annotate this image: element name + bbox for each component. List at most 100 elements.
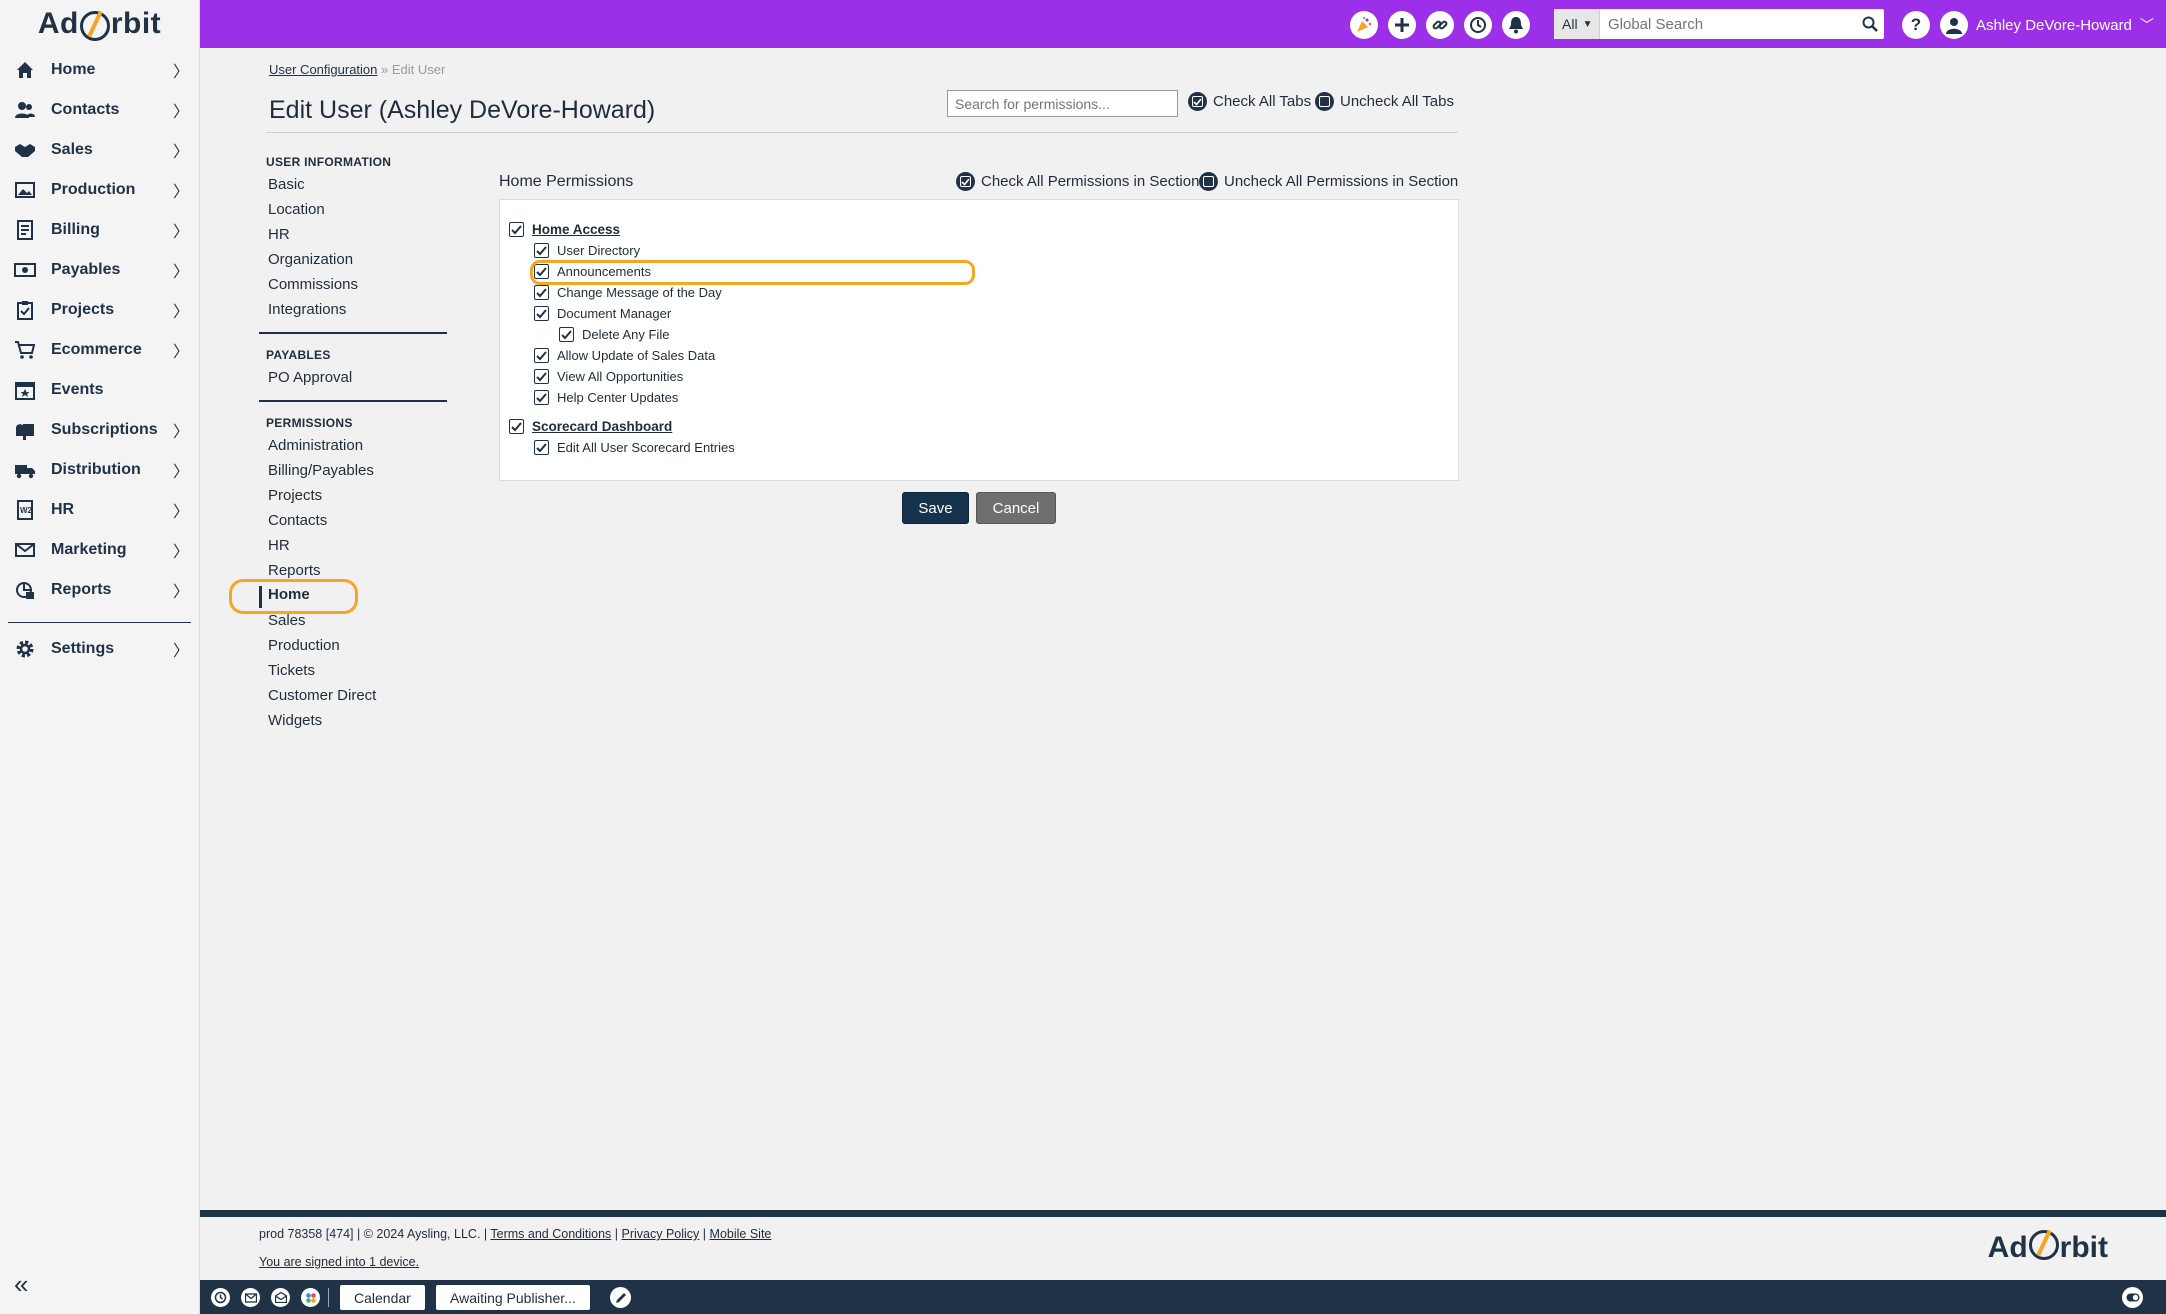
adorbit-logo[interactable]: Ad rbit — [0, 0, 199, 48]
perm-delete-any-file[interactable]: Delete Any File — [559, 327, 669, 342]
signed-in-devices-link[interactable]: You are signed into 1 device. — [259, 1255, 419, 1269]
tab-location[interactable]: Location — [268, 201, 325, 218]
nav-item-billing[interactable]: Billing 〉 — [0, 210, 199, 250]
edit-pencil-icon[interactable] — [610, 1287, 631, 1308]
nav-item-sales[interactable]: Sales 〉 — [0, 130, 199, 170]
nav-item-events[interactable]: Events — [0, 370, 199, 410]
tab-po-approval[interactable]: PO Approval — [268, 369, 352, 386]
tab-contacts[interactable]: Contacts — [268, 512, 327, 529]
perm-view-all-opportunities[interactable]: View All Opportunities — [534, 369, 683, 384]
nav-item-ecommerce[interactable]: Ecommerce 〉 — [0, 330, 199, 370]
nav-item-reports[interactable]: Reports 〉 — [0, 570, 199, 610]
uncheck-all-in-section-button[interactable]: Uncheck All Permissions in Section — [1199, 172, 1458, 191]
nav-item-subscriptions[interactable]: Subscriptions 〉 — [0, 410, 199, 450]
apps-icon[interactable] — [301, 1288, 320, 1307]
checkbox-checked-icon[interactable] — [534, 348, 549, 363]
privacy-link[interactable]: Privacy Policy — [622, 1227, 700, 1241]
mobile-site-link[interactable]: Mobile Site — [710, 1227, 772, 1241]
clock-icon[interactable] — [211, 1288, 230, 1307]
checkbox-checked-icon[interactable] — [534, 243, 549, 258]
sidebar: Ad rbit Home 〉 Contacts 〉 Sales 〉 Production… — [0, 0, 200, 1314]
footer-logo: Ad rbit — [1988, 1227, 2108, 1265]
nav-item-distribution[interactable]: Distribution 〉 — [0, 450, 199, 490]
tab-hr[interactable]: HR — [268, 537, 290, 554]
search-scope-value: All — [1562, 16, 1578, 32]
tab-projects[interactable]: Projects — [268, 487, 322, 504]
user-menu[interactable]: Ashley DeVore-Howard ﹀ — [1940, 11, 2154, 39]
search-icon[interactable] — [1856, 16, 1884, 32]
checkbox-checked-icon[interactable] — [534, 369, 549, 384]
check-circle-icon — [1188, 92, 1207, 111]
check-all-in-section-button[interactable]: Check All Permissions in Section — [956, 172, 1199, 191]
add-icon[interactable] — [1388, 11, 1416, 39]
nav-item-projects[interactable]: Projects 〉 — [0, 290, 199, 330]
tab-organization[interactable]: Organization — [268, 251, 353, 268]
tab-production[interactable]: Production — [268, 637, 340, 654]
dock-tab-calendar[interactable]: Calendar — [340, 1285, 425, 1310]
tab-widgets[interactable]: Widgets — [268, 712, 322, 729]
tab-tickets[interactable]: Tickets — [268, 662, 315, 679]
perm-edit-all-user-scorecard-entries[interactable]: Edit All User Scorecard Entries — [534, 440, 735, 455]
tab-administration[interactable]: Administration — [268, 437, 363, 454]
tab-integrations[interactable]: Integrations — [268, 301, 346, 318]
tab-billing-payables[interactable]: Billing/Payables — [268, 462, 374, 479]
celebration-icon[interactable] — [1350, 11, 1378, 39]
perm-help-center-updates[interactable]: Help Center Updates — [534, 390, 678, 405]
cart-icon — [14, 339, 36, 361]
checkbox-checked-icon[interactable] — [534, 440, 549, 455]
perm-document-manager[interactable]: Document Manager — [534, 306, 671, 321]
perm-announcements[interactable]: Announcements — [534, 264, 651, 279]
tab-basic[interactable]: Basic — [268, 176, 305, 193]
nav-label: Marketing — [51, 541, 127, 558]
nav-item-settings[interactable]: Settings 〉 — [0, 629, 199, 669]
bell-icon[interactable] — [1502, 11, 1530, 39]
collapse-sidebar-icon[interactable]: « — [14, 1269, 28, 1300]
checkbox-checked-icon[interactable] — [534, 285, 549, 300]
breadcrumb-link-user-configuration[interactable]: User Configuration — [269, 62, 377, 77]
mail-icon[interactable] — [241, 1288, 260, 1307]
checkbox-checked-icon[interactable] — [534, 306, 549, 321]
envelope-icon — [14, 539, 36, 561]
checkbox-checked-icon[interactable] — [534, 390, 549, 405]
perm-change-message-of-the-day[interactable]: Change Message of the Day — [534, 285, 722, 300]
nav-item-home[interactable]: Home 〉 — [0, 50, 199, 90]
dock-tab-awaiting-publisher[interactable]: Awaiting Publisher... — [436, 1285, 590, 1310]
nav-item-contacts[interactable]: Contacts 〉 — [0, 90, 199, 130]
search-input[interactable] — [1600, 10, 1856, 38]
chevron-right-icon: 〉 — [172, 584, 189, 601]
tab-hr-info[interactable]: HR — [268, 226, 290, 243]
tab-reports[interactable]: Reports — [268, 562, 321, 579]
terms-link[interactable]: Terms and Conditions — [490, 1227, 611, 1241]
checkbox-checked-icon[interactable] — [509, 419, 524, 434]
link-icon[interactable] — [1426, 11, 1454, 39]
checkbox-checked-icon[interactable] — [509, 222, 524, 237]
mail-open-icon[interactable] — [271, 1288, 290, 1307]
checkbox-checked-icon[interactable] — [559, 327, 574, 342]
checkbox-checked-icon[interactable] — [534, 264, 549, 279]
perm-allow-update-of-sales-data[interactable]: Allow Update of Sales Data — [534, 348, 715, 363]
save-button[interactable]: Save — [902, 492, 969, 524]
uncheck-circle-icon — [1199, 172, 1218, 191]
tab-commissions[interactable]: Commissions — [268, 276, 358, 293]
nav-item-production[interactable]: Production 〉 — [0, 170, 199, 210]
cancel-button[interactable]: Cancel — [976, 492, 1056, 524]
check-all-tabs-button[interactable]: Check All Tabs — [1188, 92, 1311, 111]
toggle-icon[interactable] — [2122, 1287, 2143, 1308]
search-scope-select[interactable]: All ▼ — [1554, 9, 1600, 39]
tab-home[interactable]: Home — [259, 586, 310, 608]
nav-item-payables[interactable]: Payables 〉 — [0, 250, 199, 290]
help-icon[interactable]: ? — [1902, 11, 1930, 39]
uncheck-all-tabs-button[interactable]: Uncheck All Tabs — [1315, 92, 1454, 111]
tab-customer-direct[interactable]: Customer Direct — [268, 687, 376, 704]
perm-scorecard-dashboard[interactable]: Scorecard Dashboard — [509, 419, 672, 434]
nav-item-hr[interactable]: W2 HR 〉 — [0, 490, 199, 530]
perm-label: Scorecard Dashboard — [532, 419, 673, 434]
chevron-right-icon: 〉 — [172, 544, 189, 561]
perm-label: Delete Any File — [582, 327, 670, 342]
nav-item-marketing[interactable]: Marketing 〉 — [0, 530, 199, 570]
perm-home-access[interactable]: Home Access — [509, 222, 620, 237]
history-icon[interactable] — [1464, 11, 1492, 39]
tab-sales[interactable]: Sales — [268, 612, 306, 629]
permission-search-input[interactable] — [947, 90, 1178, 117]
perm-user-directory[interactable]: User Directory — [534, 243, 640, 258]
